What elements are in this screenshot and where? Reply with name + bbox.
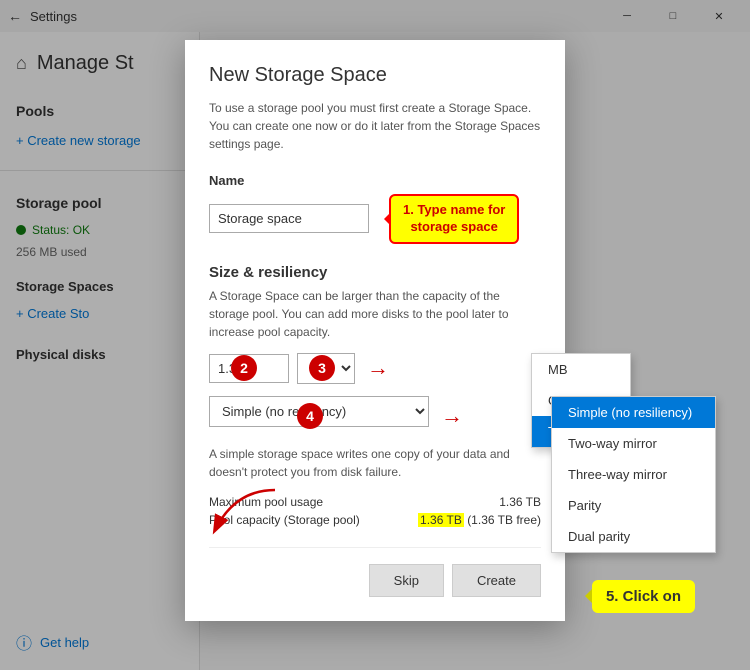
max-pool-value: 1.36 TB: [499, 495, 541, 509]
size-resiliency-desc: A Storage Space can be larger than the c…: [209, 287, 541, 341]
name-input[interactable]: [209, 204, 369, 233]
dialog-title: New Storage Space: [209, 64, 541, 87]
resiliency-parity[interactable]: Parity: [552, 490, 715, 521]
arrow-right-1: →: [367, 355, 389, 381]
step4-badge: 4: [297, 403, 323, 429]
pool-capacity-rest: (1.36 TB free): [467, 513, 541, 527]
step2-badge: 2: [231, 355, 257, 381]
arrow-right-2: →: [441, 403, 463, 429]
skip-button[interactable]: Skip: [369, 564, 444, 597]
resiliency-simple[interactable]: Simple (no resiliency): [552, 397, 715, 428]
dialog-description: To use a storage pool you must first cre…: [209, 99, 541, 153]
resiliency-description: A simple storage space writes one copy o…: [209, 445, 541, 481]
new-storage-dialog: New Storage Space To use a storage pool …: [185, 40, 565, 621]
modal-overlay: New Storage Space To use a storage pool …: [0, 0, 750, 670]
step5-label: 5. Click on: [606, 588, 681, 605]
resiliency-dual-parity[interactable]: Dual parity: [552, 521, 715, 552]
resiliency-three-way[interactable]: Three-way mirror: [552, 459, 715, 490]
create-button[interactable]: Create: [452, 564, 541, 597]
window: ← Settings ─ □ ✕ ⌂ Manage St Pools + Cre…: [0, 0, 750, 670]
step3-badge: 3: [309, 355, 335, 381]
pool-arrow-svg: [195, 480, 295, 540]
unit-mb[interactable]: MB: [532, 354, 630, 385]
pool-capacity-highlight: 1.36 TB: [418, 513, 464, 527]
name-label: Name: [209, 173, 541, 188]
dialog-buttons: Skip Create 5. Click on: [209, 547, 541, 597]
step1-callout: 1. Type name forstorage space: [389, 194, 519, 244]
pool-capacity-value: 1.36 TB (1.36 TB free): [418, 513, 541, 527]
size-resiliency-title: Size & resiliency: [209, 264, 541, 281]
step1-label: 1. Type name forstorage space: [403, 202, 505, 234]
resiliency-two-way[interactable]: Two-way mirror: [552, 428, 715, 459]
step5-callout: 5. Click on: [592, 580, 695, 613]
resiliency-dropdown-popup: Simple (no resiliency) Two-way mirror Th…: [551, 396, 716, 553]
arrow-to-pool: [195, 480, 295, 545]
